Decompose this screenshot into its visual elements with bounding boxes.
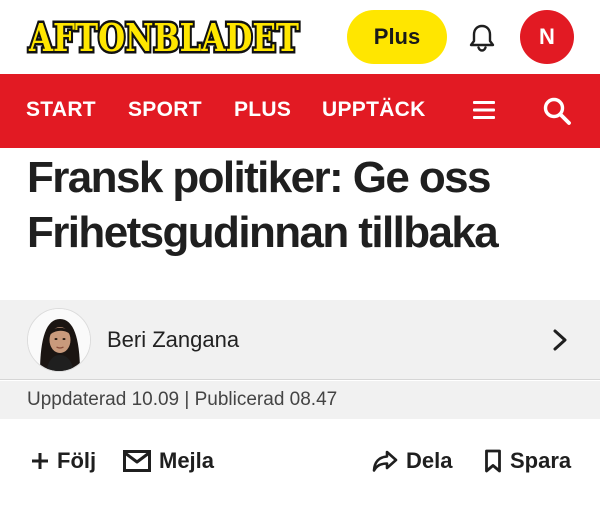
nav-item-upptack[interactable]: UPPTÄCK — [322, 98, 426, 122]
user-avatar-button[interactable]: N — [520, 10, 574, 64]
share-button[interactable]: Dela — [372, 446, 452, 476]
main-nav: START SPORT PLUS UPPTÄCK — [0, 74, 600, 148]
mail-button[interactable]: Mejla — [123, 446, 214, 476]
menu-icon[interactable] — [472, 99, 496, 121]
author-portrait-image — [28, 309, 90, 371]
search-icon[interactable] — [542, 96, 572, 126]
mail-label: Mejla — [159, 448, 215, 473]
mail-icon — [123, 450, 151, 472]
bookmark-icon — [485, 449, 501, 473]
publish-timestamps: Uppdaterad 10.09 | Publicerad 08.47 — [27, 389, 338, 410]
chevron-right-icon[interactable] — [552, 328, 568, 352]
nav-item-sport[interactable]: SPORT — [128, 98, 202, 122]
article-headline: Fransk politiker: Ge oss Frihetsgudinnan… — [27, 153, 499, 257]
svg-text:AFTONBLADET: AFTONBLADET — [28, 15, 299, 60]
article-actions: Följ Mejla Dela Spara — [0, 420, 600, 510]
nav-item-start[interactable]: START — [26, 98, 96, 122]
plus-icon — [32, 453, 48, 469]
follow-label: Följ — [57, 448, 97, 473]
top-header: AFTONBLADET Plus N — [0, 0, 600, 74]
share-icon — [372, 450, 398, 472]
article-meta: Uppdaterad 10.09 | Publicerad 08.47 — [0, 381, 600, 419]
bell-icon[interactable] — [466, 22, 498, 54]
follow-button[interactable]: Följ — [31, 446, 96, 476]
save-button[interactable]: Spara — [484, 446, 571, 476]
nav-item-plus[interactable]: PLUS — [234, 98, 291, 122]
aftonbladet-logo[interactable]: AFTONBLADET — [26, 14, 302, 60]
author-photo — [27, 308, 91, 372]
author-name[interactable]: Beri Zangana — [107, 327, 239, 353]
plus-button[interactable]: Plus — [347, 10, 447, 64]
save-label: Spara — [510, 448, 572, 473]
author-row[interactable]: Beri Zangana — [0, 300, 600, 380]
share-label: Dela — [406, 448, 453, 473]
